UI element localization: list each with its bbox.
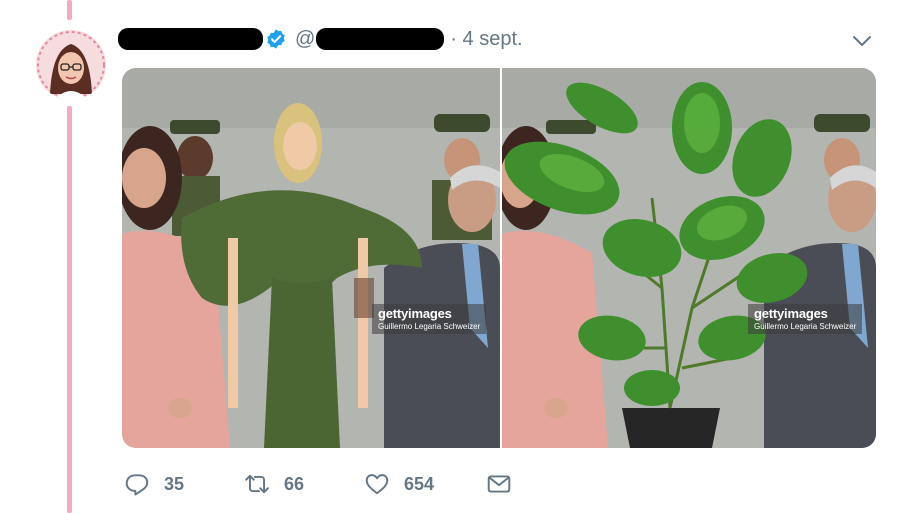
redacted-handle[interactable] <box>316 28 445 50</box>
heart-icon <box>365 474 389 495</box>
tweet-media[interactable]: gettyimages Guillermo Legaria Schweizer <box>122 68 876 448</box>
media-photo-left[interactable]: gettyimages Guillermo Legaria Schweizer <box>122 68 500 448</box>
watermark-left: gettyimages Guillermo Legaria Schweizer <box>372 304 487 334</box>
chevron-down-icon[interactable] <box>850 32 874 50</box>
watermark-right: gettyimages Guillermo Legaria Schweizer <box>748 304 863 334</box>
redacted-display-name[interactable] <box>118 28 263 50</box>
media-photo-right[interactable]: gettyimages Guillermo Legaria Schweizer <box>502 68 876 448</box>
thread-connector-line <box>67 106 72 513</box>
thread-connector-line <box>67 0 72 20</box>
watermark-credit: Guillermo Legaria Schweizer <box>378 322 481 331</box>
retweet-count: 66 <box>284 473 305 494</box>
tweet-header: @ · 4 sept. <box>118 26 523 52</box>
watermark-credit: Guillermo Legaria Schweizer <box>754 322 857 331</box>
envelope-icon <box>487 475 511 493</box>
tweet-actions: 35 66 654 <box>124 470 512 498</box>
tweet-date[interactable]: · 4 sept. <box>450 28 522 51</box>
watermark-brand: gettyimages <box>378 306 452 321</box>
reply-button[interactable]: 35 <box>124 471 244 497</box>
photo-plant-replacement <box>502 68 876 448</box>
photo-woman-green-dress <box>122 68 500 448</box>
avatar-illustration <box>36 30 106 100</box>
reply-count: 35 <box>164 473 185 494</box>
like-count: 654 <box>404 473 435 494</box>
retweet-icon <box>245 474 269 494</box>
verified-badge-icon <box>267 29 285 49</box>
retweet-button[interactable]: 66 <box>244 471 364 497</box>
handle-prefix: @ <box>295 27 316 50</box>
direct-message-button[interactable] <box>486 471 512 497</box>
like-button[interactable]: 654 <box>364 471 486 497</box>
reply-icon <box>125 474 149 496</box>
watermark-brand: gettyimages <box>754 306 828 321</box>
avatar[interactable] <box>36 30 106 100</box>
